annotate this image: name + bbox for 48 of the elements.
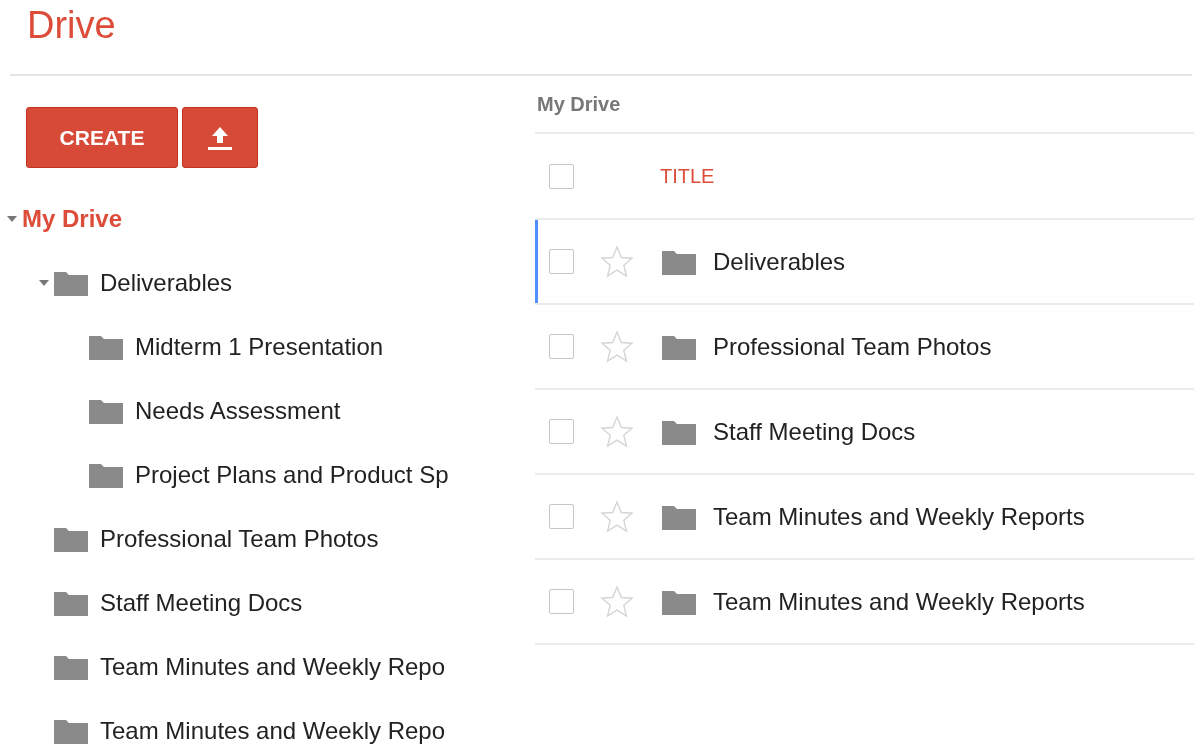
star-icon[interactable] [600, 329, 634, 364]
create-button[interactable]: CREATE [26, 107, 178, 168]
folder-icon [662, 418, 696, 445]
tree-item[interactable]: My Drive [22, 205, 123, 233]
folder-icon [54, 590, 88, 616]
folder-icon [54, 270, 88, 296]
select-all-checkbox[interactable] [549, 163, 574, 189]
folder-icon [89, 462, 123, 488]
file-row[interactable]: Professional Team Photos [535, 305, 1194, 390]
breadcrumb: My Drive [537, 92, 621, 116]
file-row[interactable]: Team Minutes and Weekly Reports [535, 475, 1194, 560]
folder-icon [89, 334, 123, 360]
upload-button[interactable] [182, 107, 258, 168]
star-icon[interactable] [600, 244, 634, 279]
file-title[interactable]: Deliverables [713, 247, 846, 276]
folder-icon [54, 526, 88, 552]
tree-item[interactable]: Team Minutes and Weekly Repo [100, 653, 446, 681]
file-title[interactable]: Team Minutes and Weekly Reports [713, 502, 1085, 531]
tree-item[interactable]: Needs Assessment [135, 397, 341, 425]
file-title[interactable]: Staff Meeting Docs [713, 417, 916, 446]
row-checkbox[interactable] [549, 249, 574, 274]
star-icon[interactable] [600, 414, 634, 449]
tree-item[interactable]: Midterm 1 Presentation [135, 333, 384, 361]
tree-item[interactable]: Deliverables [100, 269, 233, 297]
folder-icon [54, 718, 88, 744]
folder-icon [89, 398, 123, 424]
column-header[interactable]: TITLE [660, 164, 715, 188]
folder-icon [54, 654, 88, 680]
row-checkbox[interactable] [549, 504, 574, 529]
file-row[interactable]: Deliverables [535, 220, 1194, 305]
row-checkbox[interactable] [549, 334, 574, 359]
file-title[interactable]: Professional Team Photos [713, 332, 992, 361]
row-checkbox[interactable] [549, 589, 574, 614]
folder-icon [662, 588, 696, 615]
tree-item[interactable]: Team Minutes and Weekly Repo [100, 717, 446, 745]
tree-item[interactable]: Professional Team Photos [100, 525, 379, 553]
star-icon[interactable] [600, 584, 634, 619]
file-title[interactable]: Team Minutes and Weekly Reports [713, 587, 1085, 616]
file-row[interactable]: Staff Meeting Docs [535, 390, 1194, 475]
folder-icon [662, 248, 696, 275]
tree-item[interactable]: Staff Meeting Docs [100, 589, 303, 617]
file-row[interactable]: Team Minutes and Weekly Reports [535, 560, 1194, 645]
app-title: Drive [26, 3, 116, 47]
star-icon[interactable] [600, 499, 634, 534]
folder-icon [662, 503, 696, 530]
tree-item[interactable]: Project Plans and Product Sp [135, 461, 449, 489]
folder-icon [662, 333, 696, 360]
row-checkbox[interactable] [549, 419, 574, 444]
